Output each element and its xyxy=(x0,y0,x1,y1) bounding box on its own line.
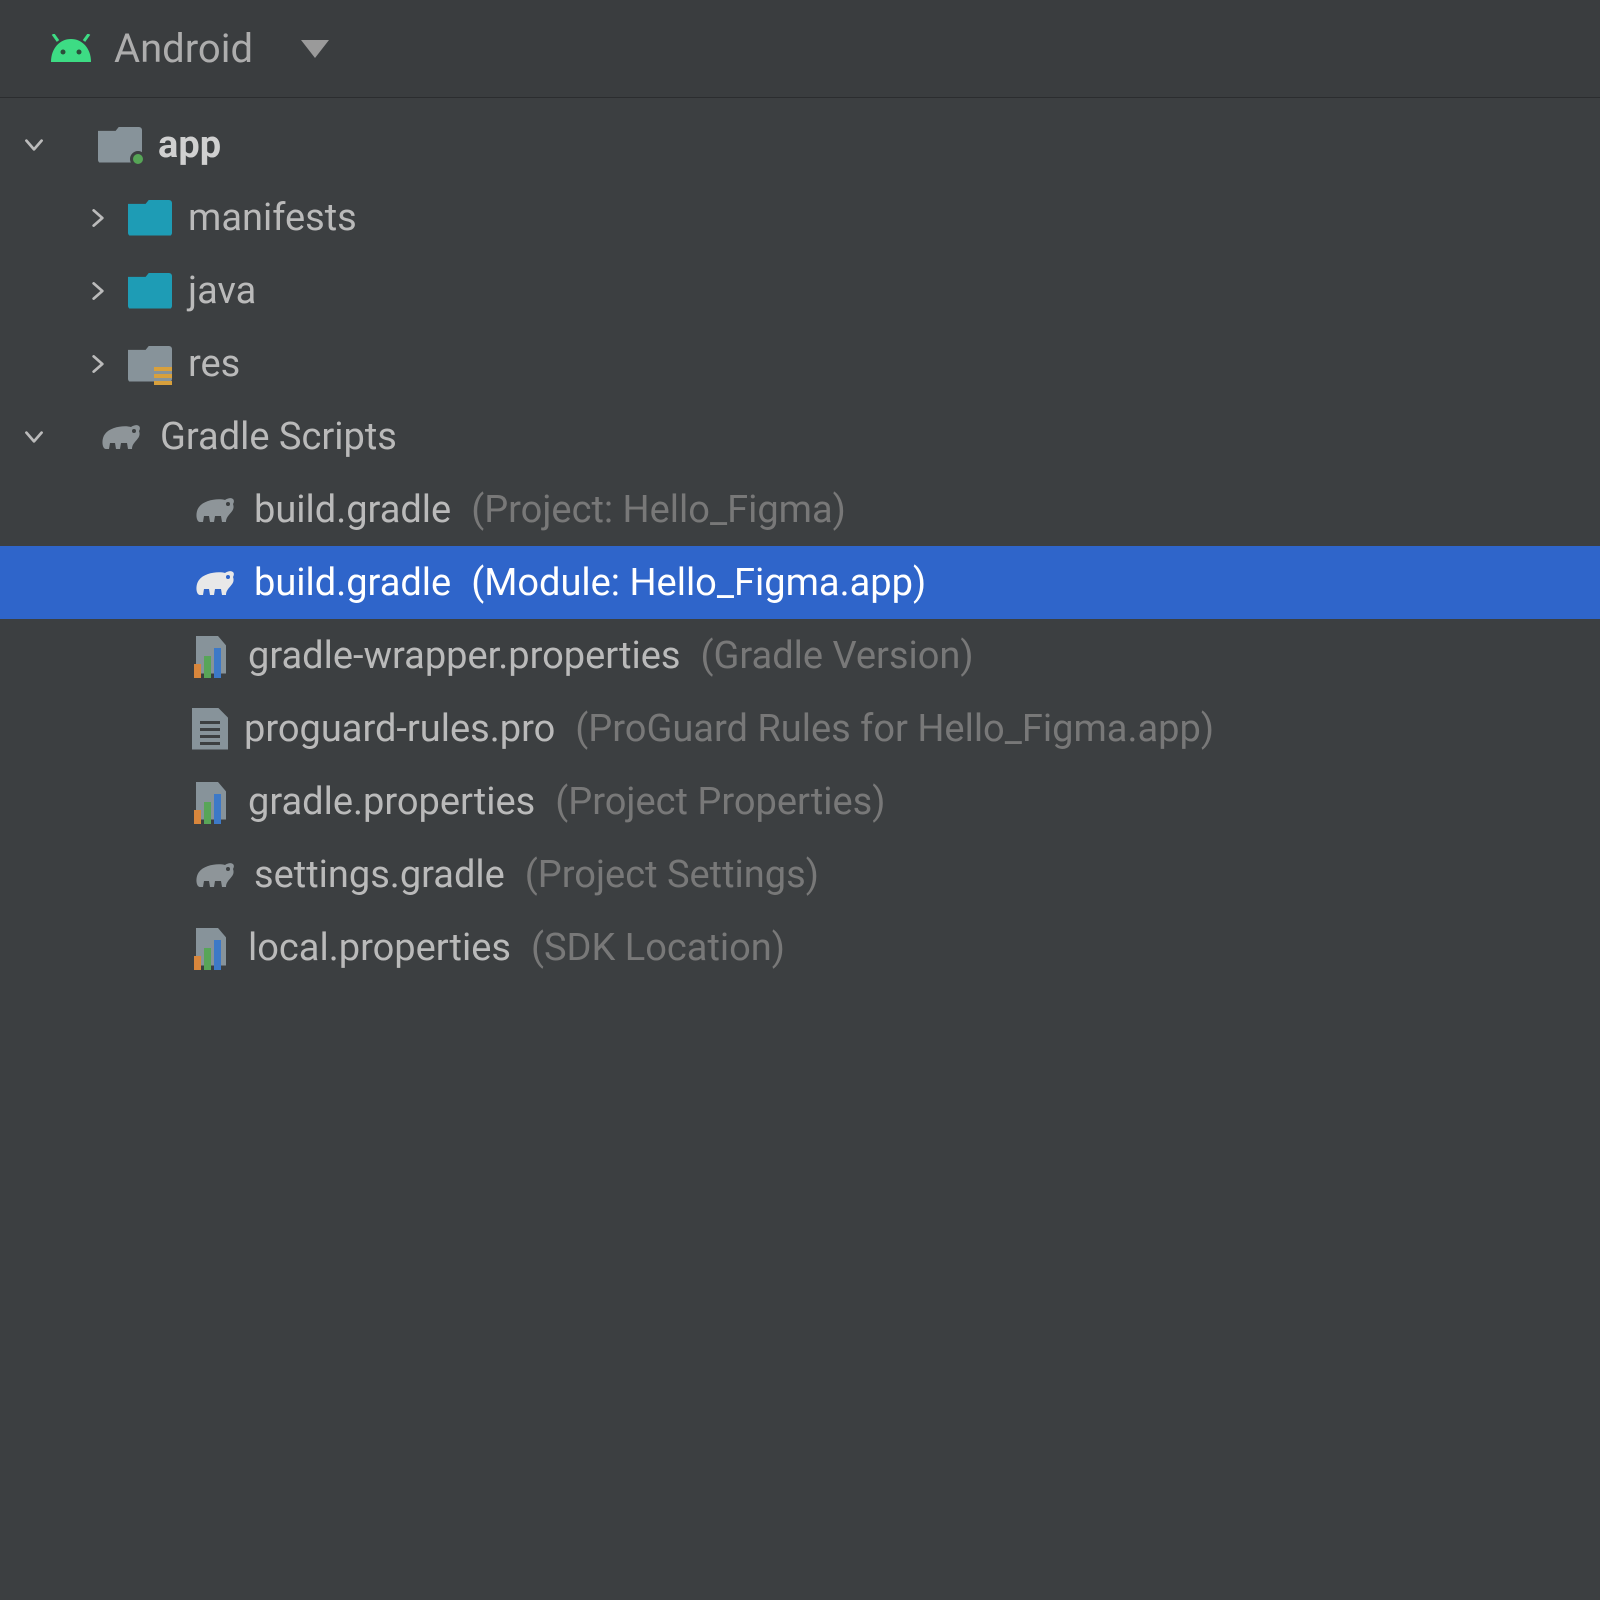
tree-node-file[interactable]: build.gradle (Module: Hello_Figma.app) xyxy=(0,546,1600,619)
chevron-right-icon[interactable] xyxy=(84,350,112,378)
gradle-icon xyxy=(192,565,238,601)
resource-folder-icon xyxy=(128,346,172,382)
properties-file-icon xyxy=(192,782,232,822)
tree-node-file[interactable]: proguard-rules.pro (ProGuard Rules for H… xyxy=(0,692,1600,765)
chevron-right-icon[interactable] xyxy=(84,204,112,232)
file-name: build.gradle xyxy=(254,561,451,605)
file-name: gradle-wrapper.properties xyxy=(248,634,681,678)
tree-node-app[interactable]: app xyxy=(0,108,1600,181)
tree-node-file[interactable]: gradle.properties (Project Properties) xyxy=(0,765,1600,838)
chevron-right-icon[interactable] xyxy=(84,277,112,305)
file-name: proguard-rules.pro xyxy=(244,707,555,751)
chevron-down-icon[interactable] xyxy=(20,423,48,451)
gradle-icon xyxy=(192,857,238,893)
project-tree: app manifests java res xyxy=(0,98,1600,984)
file-name: gradle.properties xyxy=(248,780,535,824)
file-detail: (Project: Hello_Figma) xyxy=(471,488,846,532)
tree-node-file[interactable]: build.gradle (Project: Hello_Figma) xyxy=(0,473,1600,546)
android-icon xyxy=(48,34,94,64)
tree-label: java xyxy=(188,269,256,313)
file-name: settings.gradle xyxy=(254,853,505,897)
folder-icon xyxy=(128,200,172,236)
file-detail: (Gradle Version) xyxy=(701,634,974,678)
file-name: local.properties xyxy=(248,926,511,970)
file-detail: (Module: Hello_Figma.app) xyxy=(471,561,926,605)
tree-label: manifests xyxy=(188,196,357,240)
file-detail: (SDK Location) xyxy=(531,926,785,970)
file-detail: (Project Settings) xyxy=(525,853,819,897)
project-view-label: Android xyxy=(114,25,253,72)
text-file-icon xyxy=(192,708,228,750)
properties-file-icon xyxy=(192,636,232,676)
tree-node-file[interactable]: gradle-wrapper.properties (Gradle Versio… xyxy=(0,619,1600,692)
tree-node-manifests[interactable]: manifests xyxy=(0,181,1600,254)
gradle-icon xyxy=(98,419,144,455)
properties-file-icon xyxy=(192,928,232,968)
tree-label: app xyxy=(158,123,221,167)
dropdown-arrow-icon[interactable] xyxy=(301,40,329,58)
tree-label: res xyxy=(188,342,240,386)
tree-node-gradle-scripts[interactable]: Gradle Scripts xyxy=(0,400,1600,473)
tree-node-java[interactable]: java xyxy=(0,254,1600,327)
file-detail: (ProGuard Rules for Hello_Figma.app) xyxy=(575,707,1214,751)
file-name: build.gradle xyxy=(254,488,451,532)
project-view-header[interactable]: Android xyxy=(0,0,1600,98)
tree-node-file[interactable]: local.properties (SDK Location) xyxy=(0,911,1600,984)
tree-label: Gradle Scripts xyxy=(160,415,397,459)
file-detail: (Project Properties) xyxy=(555,780,885,824)
tree-node-file[interactable]: settings.gradle (Project Settings) xyxy=(0,838,1600,911)
chevron-down-icon[interactable] xyxy=(20,131,48,159)
folder-icon xyxy=(128,273,172,309)
tree-node-res[interactable]: res xyxy=(0,327,1600,400)
gradle-icon xyxy=(192,492,238,528)
module-folder-icon xyxy=(98,127,142,163)
